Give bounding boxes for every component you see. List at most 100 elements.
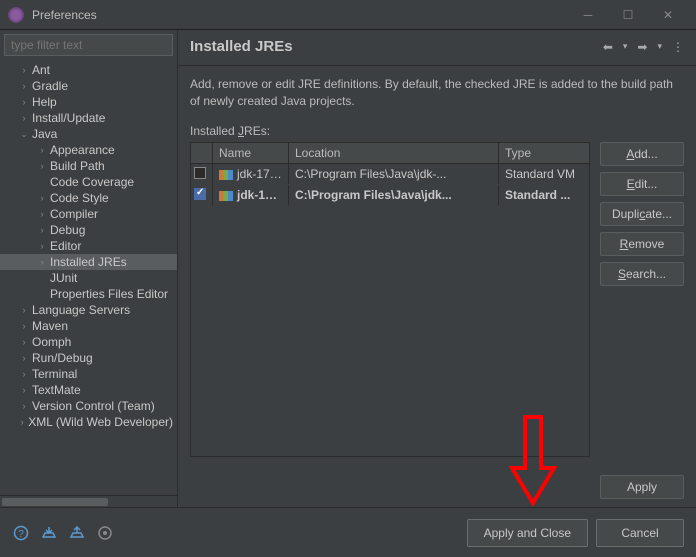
tree-item[interactable]: ›Code Style	[0, 190, 177, 206]
col-name[interactable]: Name	[213, 143, 289, 163]
chevron-right-icon[interactable]: ›	[36, 192, 48, 204]
tree-item[interactable]: ›Debug	[0, 222, 177, 238]
table-body: jdk-17....C:\Program Files\Java\jdk-...S…	[191, 164, 589, 456]
forward-icon[interactable]: ➡	[637, 40, 647, 54]
tree-item[interactable]: ›Oomph	[0, 334, 177, 350]
chevron-right-icon[interactable]: ›	[18, 304, 30, 316]
tree-item[interactable]: ›Installed JREs	[0, 254, 177, 270]
tree-item-label: Gradle	[32, 79, 68, 93]
chevron-right-icon[interactable]: ›	[18, 384, 30, 396]
tree-item[interactable]: Properties Files Editor	[0, 286, 177, 302]
chevron-right-icon[interactable]: ›	[18, 352, 30, 364]
tree-item[interactable]: ›Compiler	[0, 206, 177, 222]
chevron-right-icon[interactable]: ›	[18, 336, 30, 348]
jre-icon	[219, 170, 233, 180]
help-icon[interactable]: ?	[12, 524, 30, 542]
chevron-right-icon[interactable]: ›	[36, 240, 48, 252]
section-label-prefix: Installed	[190, 124, 238, 138]
add-button[interactable]: Add...	[600, 142, 684, 166]
chevron-right-icon[interactable]: ›	[36, 144, 48, 156]
window-controls: ─ ☐ ✕	[568, 2, 688, 28]
maximize-button[interactable]: ☐	[608, 2, 648, 28]
chevron-right-icon[interactable]: ›	[18, 112, 30, 124]
tree-item[interactable]: ›Run/Debug	[0, 350, 177, 366]
tree-item[interactable]: ›Maven	[0, 318, 177, 334]
chevron-right-icon[interactable]: ›	[36, 160, 48, 172]
row-location: C:\Program Files\Java\jdk...	[289, 185, 499, 205]
chevron-right-icon[interactable]	[36, 176, 48, 188]
export-icon[interactable]	[68, 524, 86, 542]
main-area: ›Ant›Gradle›Help›Install/Update⌄Java›App…	[0, 30, 696, 507]
col-type[interactable]: Type	[499, 143, 589, 163]
chevron-right-icon[interactable]: ›	[18, 80, 30, 92]
footer-buttons: Apply and Close Cancel	[467, 519, 684, 547]
tree-item[interactable]: ›XML (Wild Web Developer)	[0, 414, 177, 430]
apply-button[interactable]: Apply	[600, 475, 684, 499]
tree-item-label: Installed JREs	[50, 255, 127, 269]
close-button[interactable]: ✕	[648, 2, 688, 28]
row-checkbox-cell	[191, 164, 213, 185]
tree-item-label: Code Style	[50, 191, 109, 205]
scrollbar-thumb[interactable]	[2, 498, 108, 506]
tree-item[interactable]: ›TextMate	[0, 382, 177, 398]
chevron-right-icon[interactable]: ›	[18, 64, 30, 76]
back-icon[interactable]: ⬅	[603, 40, 613, 54]
tree-item[interactable]: ›Gradle	[0, 78, 177, 94]
filter-input[interactable]	[4, 34, 173, 56]
col-checkbox[interactable]	[191, 143, 213, 163]
tree-item[interactable]: ›Editor	[0, 238, 177, 254]
tree-item[interactable]: Code Coverage	[0, 174, 177, 190]
tree-item[interactable]: ›Help	[0, 94, 177, 110]
chevron-right-icon[interactable]: ›	[36, 208, 48, 220]
tree-item-label: Editor	[50, 239, 81, 253]
menu-icon[interactable]: ⋮	[672, 40, 684, 54]
import-icon[interactable]	[40, 524, 58, 542]
horizontal-scrollbar[interactable]	[0, 495, 177, 507]
col-location[interactable]: Location	[289, 143, 499, 163]
section-label-suffix: REs:	[244, 124, 270, 138]
chevron-right-icon[interactable]	[36, 288, 48, 300]
row-checkbox[interactable]	[194, 167, 206, 179]
tree-item[interactable]: ›Version Control (Team)	[0, 398, 177, 414]
chevron-down-icon[interactable]: ⌄	[18, 128, 30, 140]
chevron-right-icon[interactable]: ›	[18, 416, 26, 428]
remove-button[interactable]: Remove	[600, 232, 684, 256]
oomph-icon[interactable]	[96, 524, 114, 542]
duplicate-button[interactable]: Duplicate...	[600, 202, 684, 226]
tree-item[interactable]: ⌄Java	[0, 126, 177, 142]
tree-item-label: XML (Wild Web Developer)	[28, 415, 173, 429]
tree-item[interactable]: ›Install/Update	[0, 110, 177, 126]
chevron-right-icon[interactable]	[36, 272, 48, 284]
minimize-button[interactable]: ─	[568, 2, 608, 28]
chevron-right-icon[interactable]: ›	[18, 400, 30, 412]
table-header: Name Location Type	[191, 143, 589, 164]
tree-item[interactable]: ›Terminal	[0, 366, 177, 382]
chevron-right-icon[interactable]: ›	[18, 368, 30, 380]
chevron-right-icon[interactable]: ›	[18, 96, 30, 108]
search-button[interactable]: Search...	[600, 262, 684, 286]
chevron-right-icon[interactable]: ›	[36, 256, 48, 268]
tree-item[interactable]: ›Appearance	[0, 142, 177, 158]
chevron-right-icon[interactable]: ›	[18, 320, 30, 332]
table-row[interactable]: jdk-17....C:\Program Files\Java\jdk-...S…	[191, 164, 589, 185]
row-type: Standard ...	[499, 185, 589, 205]
tree-item[interactable]: JUnit	[0, 270, 177, 286]
tree-item-label: Java	[32, 127, 57, 141]
titlebar[interactable]: Preferences ─ ☐ ✕	[0, 0, 696, 30]
footer-icons: ?	[12, 524, 467, 542]
edit-button[interactable]: Edit...	[600, 172, 684, 196]
tree-item[interactable]: ›Ant	[0, 62, 177, 78]
section-label: Installed JREs:	[190, 124, 684, 138]
table-row[interactable]: jdk-19 ...C:\Program Files\Java\jdk...St…	[191, 185, 589, 206]
tree-item[interactable]: ›Build Path	[0, 158, 177, 174]
chevron-right-icon[interactable]: ›	[36, 224, 48, 236]
tree-item[interactable]: ›Language Servers	[0, 302, 177, 318]
forward-dropdown-icon-2[interactable]: ▾	[657, 41, 662, 52]
row-checkbox[interactable]	[194, 188, 206, 200]
forward-dropdown-icon[interactable]: ▾	[623, 41, 628, 52]
tree-item-label: Debug	[50, 223, 85, 237]
apply-and-close-button[interactable]: Apply and Close	[467, 519, 588, 547]
row-name: jdk-19 ...	[213, 185, 289, 205]
row-type: Standard VM	[499, 164, 589, 184]
cancel-button[interactable]: Cancel	[596, 519, 684, 547]
